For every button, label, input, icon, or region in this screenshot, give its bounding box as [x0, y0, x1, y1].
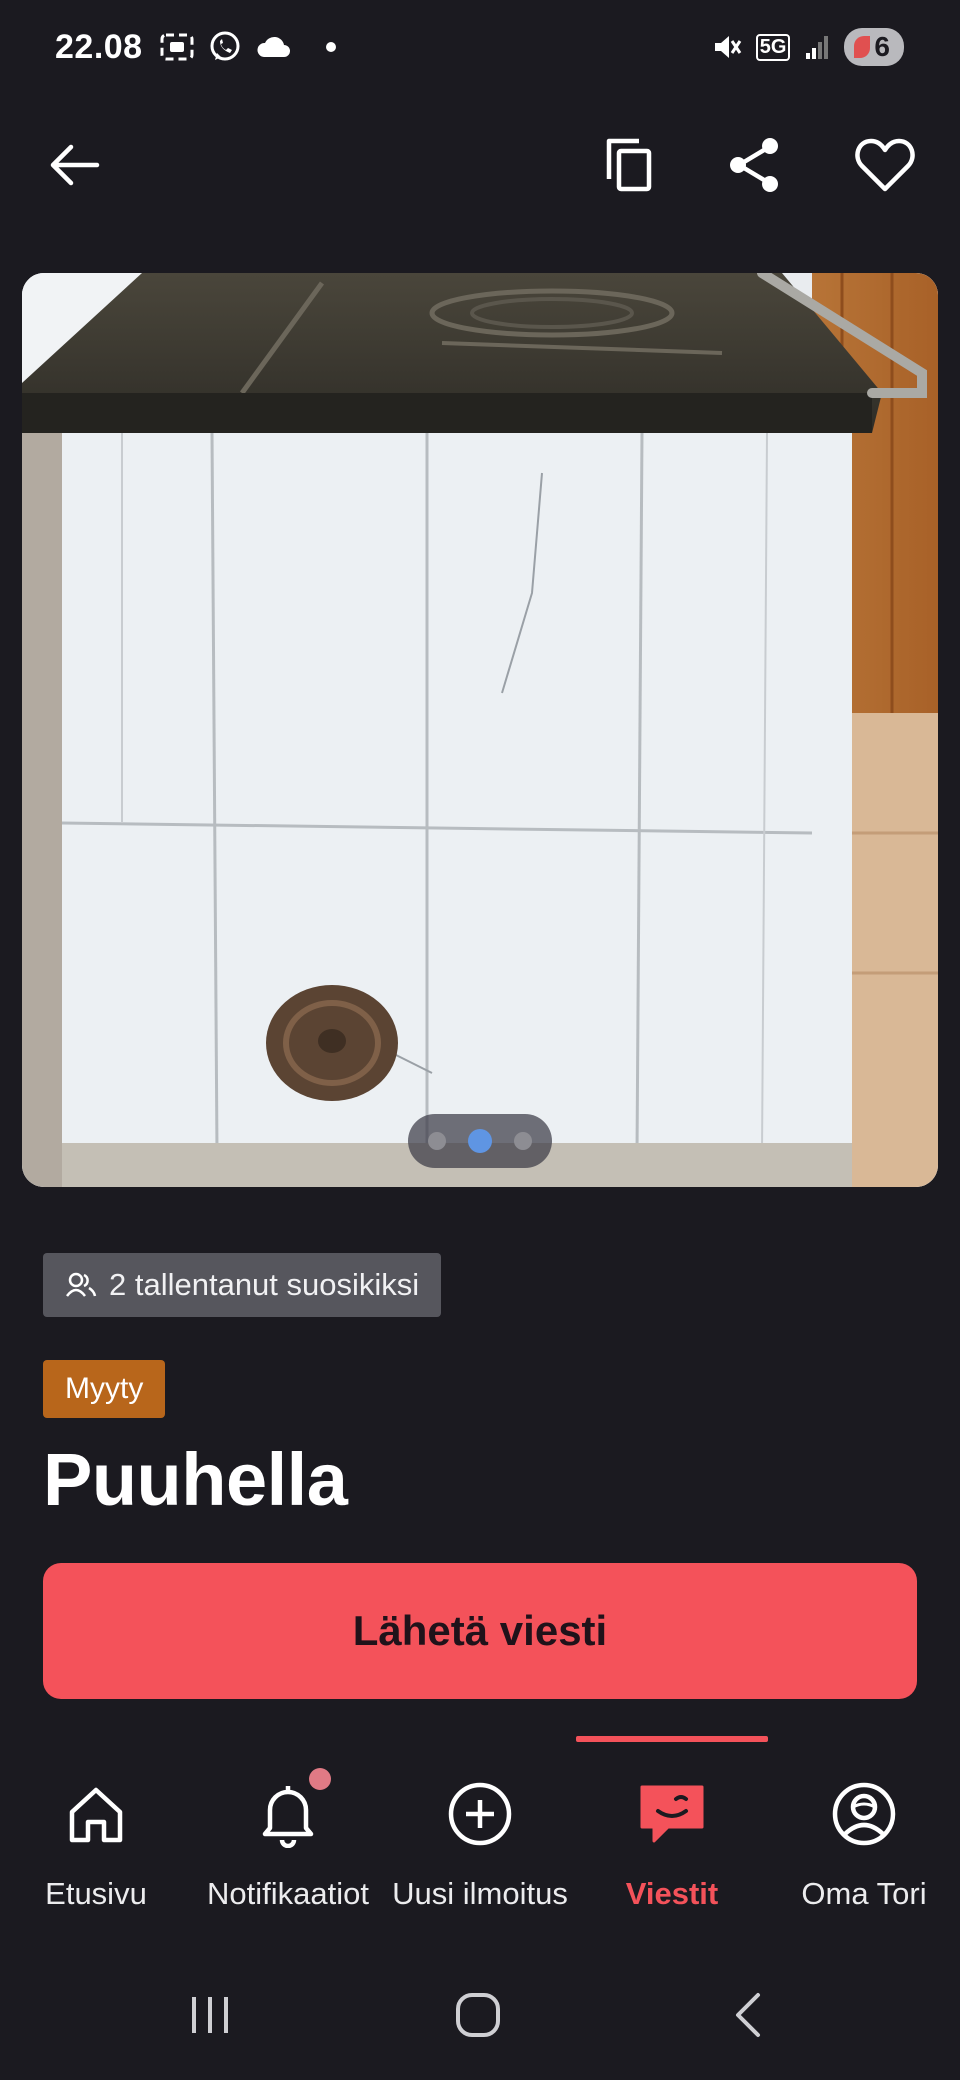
whatsapp-icon [210, 31, 240, 61]
nav-item-messages[interactable]: Viestit [576, 1750, 768, 1930]
cloud-icon [257, 36, 290, 57]
nav-label-profile: Oma Tori [801, 1876, 927, 1911]
home-icon [69, 1787, 123, 1843]
listing-image[interactable] [22, 273, 938, 1187]
favorite-button[interactable] [850, 130, 920, 200]
recent-apps-icon [192, 1997, 228, 2033]
chat-icon [640, 1785, 704, 1843]
favorites-count-chip: 2 tallentanut suosikiksi [43, 1253, 442, 1317]
send-message-button[interactable]: Lähetä viesti [43, 1563, 917, 1699]
page-dot[interactable] [428, 1132, 446, 1150]
bottom-navigation: Etusivu Notifikaatiot Uusi ilmoitus Vies… [0, 1750, 960, 1930]
share-icon [730, 138, 778, 192]
users-icon [66, 1272, 97, 1297]
battery-indicator: 6 [844, 28, 904, 66]
status-time: 22.08 [55, 28, 143, 66]
screenshot-icon [160, 33, 194, 61]
page-dot-active[interactable] [468, 1129, 492, 1153]
image-pagination[interactable] [408, 1114, 552, 1168]
listing-title: Puuhella [43, 1438, 348, 1521]
nav-label-notifications: Notifikaatiot [207, 1876, 369, 1911]
favorites-count-label: 2 tallentanut suosikiksi [109, 1267, 420, 1302]
status-icons-right: 5G 6 [712, 28, 904, 66]
profile-icon [832, 1782, 896, 1846]
signal-icon [806, 36, 829, 59]
status-icons-left [160, 30, 336, 64]
nav-label-new-listing: Uusi ilmoitus [392, 1876, 568, 1911]
notification-dot-icon [326, 42, 336, 52]
heart-icon [855, 138, 915, 192]
mute-icon [714, 36, 741, 58]
sold-badge: Myyty [43, 1360, 166, 1418]
battery-saver-icon [854, 36, 871, 58]
system-back-button[interactable] [708, 1985, 788, 2045]
back-button[interactable] [38, 130, 108, 200]
nav-label-messages: Viestit [625, 1876, 719, 1911]
nav-label-home: Etusivu [45, 1876, 147, 1911]
plus-circle-icon [448, 1782, 512, 1846]
share-button[interactable] [720, 130, 790, 200]
home-square-icon [456, 1993, 500, 2037]
active-tab-indicator [576, 1736, 768, 1742]
chevron-left-icon [736, 1993, 760, 2037]
page-dot[interactable] [514, 1132, 532, 1150]
copy-icon [606, 138, 652, 192]
nav-item-profile[interactable]: Oma Tori [768, 1750, 960, 1930]
copy-button[interactable] [594, 130, 664, 200]
nav-item-home[interactable]: Etusivu [0, 1750, 192, 1930]
nav-item-notifications[interactable]: Notifikaatiot [192, 1750, 384, 1930]
recent-apps-button[interactable] [170, 1985, 250, 2045]
network-type: 5G [755, 33, 791, 61]
home-system-button[interactable] [438, 1985, 518, 2045]
arrow-left-icon [50, 144, 100, 186]
stove-photo [22, 273, 938, 1187]
notification-badge [309, 1768, 331, 1790]
nav-item-new-listing[interactable]: Uusi ilmoitus [384, 1750, 576, 1930]
bell-icon [262, 1786, 314, 1848]
battery-level: 6 [874, 31, 890, 62]
